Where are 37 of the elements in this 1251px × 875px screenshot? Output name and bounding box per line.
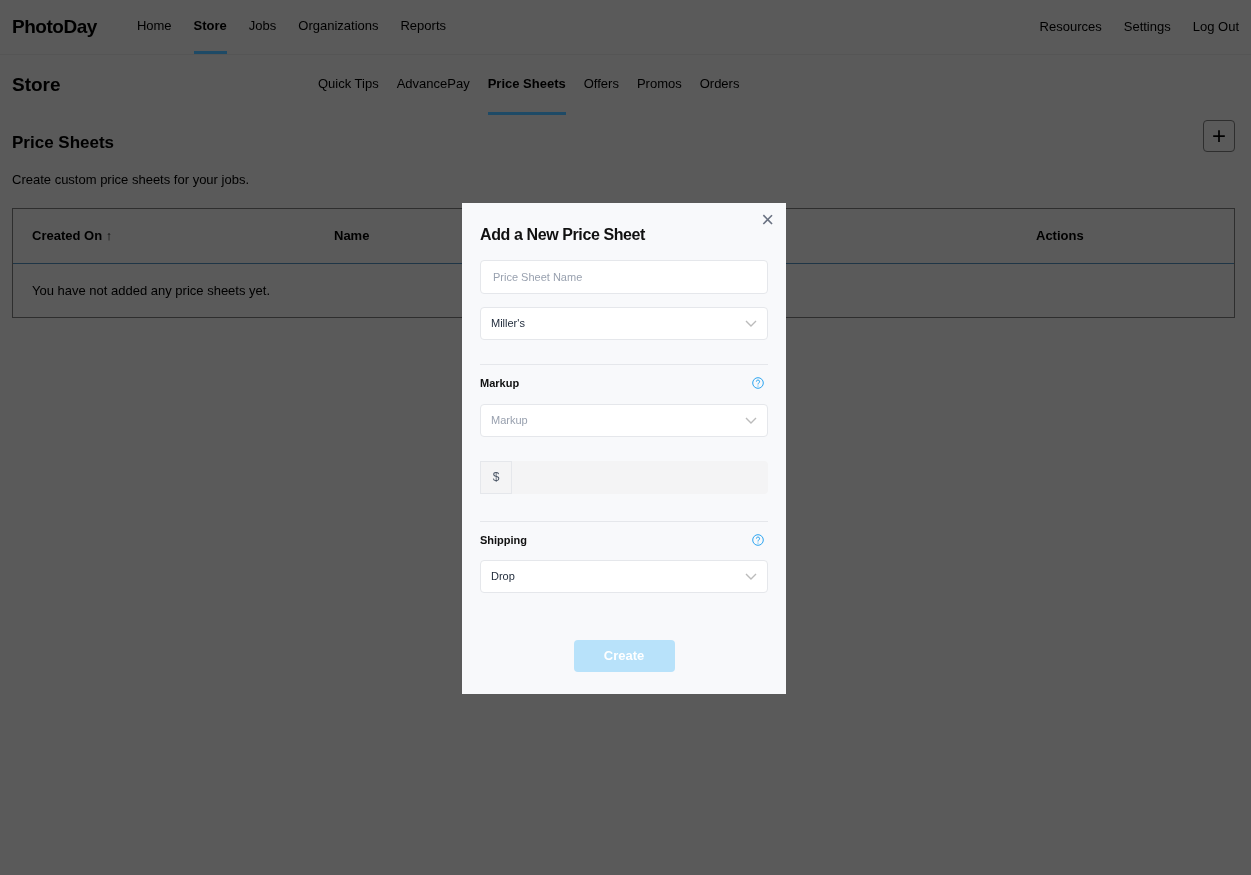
close-button[interactable]: ×	[761, 209, 774, 231]
currency-prefix: $	[480, 460, 512, 494]
add-button[interactable]: +	[1203, 120, 1235, 152]
column-header[interactable]: Created On ↑	[32, 226, 334, 246]
nav-link[interactable]: Jobs	[248, 0, 277, 54]
field-label: Shipping	[480, 532, 528, 548]
tab[interactable]: Offers	[583, 55, 619, 115]
nav-link[interactable]: Resources	[1039, 17, 1102, 37]
tab[interactable]: Orders	[699, 55, 740, 115]
markup-select[interactable]: Markup	[480, 403, 768, 437]
name-field[interactable]: Price Sheet Name	[480, 260, 768, 294]
chevron-down-icon	[745, 416, 757, 424]
nav-link[interactable]: Home	[136, 0, 172, 54]
section-description: Create custom price sheets for your jobs.	[12, 170, 250, 189]
nav-link[interactable]: Store	[193, 0, 227, 54]
modal-title: Add a New Price Sheet	[480, 225, 646, 245]
nav-link[interactable]: Settings	[1123, 17, 1171, 37]
field-label: Markup	[480, 376, 520, 391]
help-icon[interactable]	[752, 533, 764, 546]
shipping-select[interactable]: Drop	[480, 560, 768, 593]
tab[interactable]: Price Sheets	[487, 55, 566, 115]
chevron-down-icon	[745, 573, 757, 580]
logo[interactable]: PhotoDay	[12, 12, 97, 42]
amount-field[interactable]: $	[480, 460, 768, 494]
lab-select[interactable]: Miller's	[480, 307, 768, 340]
nav-link[interactable]: Organizations	[298, 0, 379, 54]
tab[interactable]: AdvancePay	[396, 55, 470, 115]
help-icon[interactable]	[752, 377, 764, 390]
page-title: Store	[12, 72, 62, 97]
chevron-down-icon	[745, 320, 757, 327]
section-title: Price Sheets	[12, 132, 115, 154]
nav-link[interactable]: Reports	[400, 0, 446, 54]
tab[interactable]: Promos	[636, 55, 682, 115]
nav-link[interactable]: Log Out	[1192, 17, 1239, 37]
empty-message: You have not added any price sheets yet.	[32, 281, 271, 300]
tab[interactable]: Quick Tips	[318, 55, 379, 115]
column-header[interactable]: Actions	[1036, 226, 1084, 246]
